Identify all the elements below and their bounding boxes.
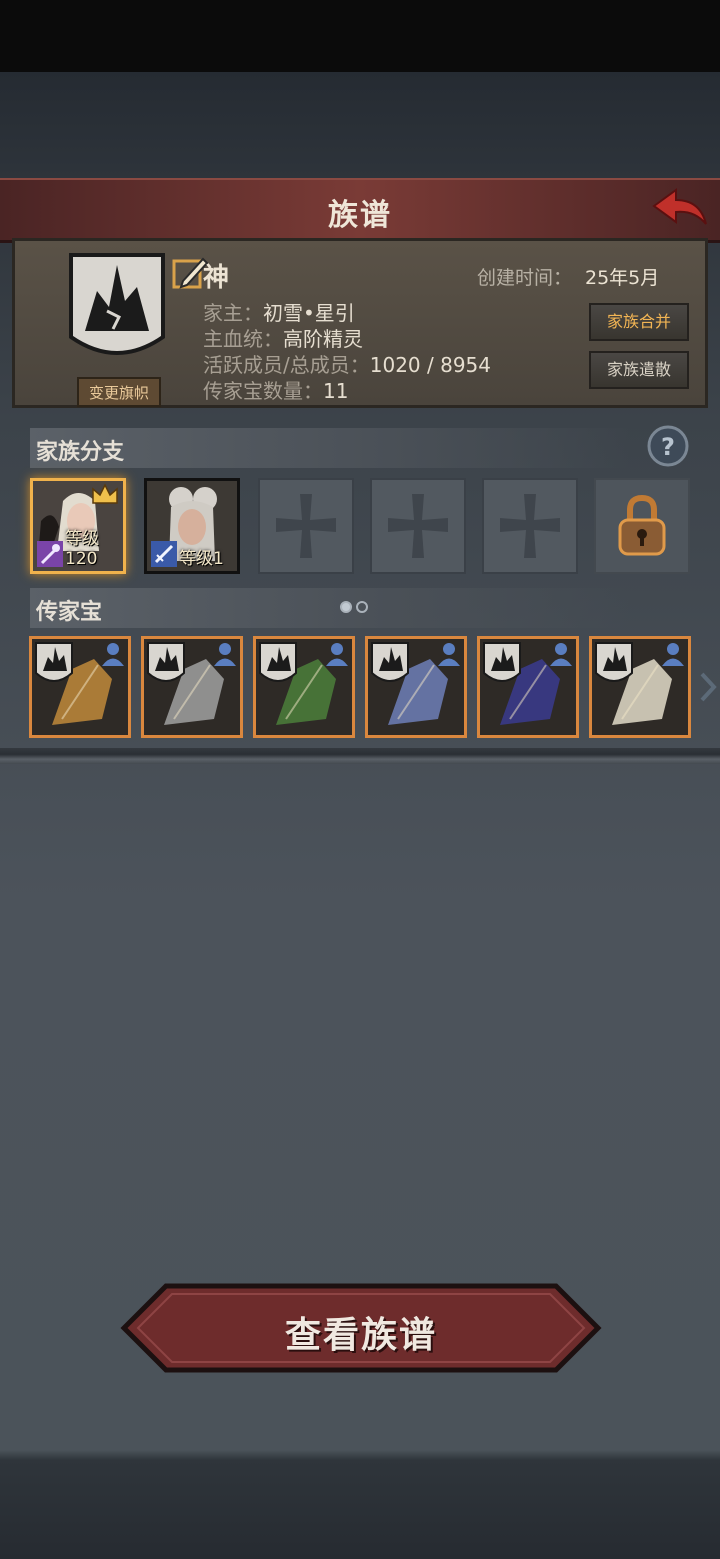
family-tree-screen: 族谱 变更旗帜 神 创建时间： 25年5月 家主：初雪•星引 主血统：高阶精灵 … xyxy=(0,0,720,1559)
family-shield-icon xyxy=(595,642,633,682)
heirlooms-header: 传家宝 xyxy=(30,588,630,628)
branches-header: 家族分支 xyxy=(30,428,630,468)
staff-icon xyxy=(37,541,63,567)
section-divider xyxy=(0,748,720,764)
help-icon[interactable]: ? xyxy=(646,424,690,468)
svg-text:?: ? xyxy=(661,433,675,461)
heirloom-item-green-leaf-armor[interactable] xyxy=(253,636,355,738)
family-shield-icon xyxy=(147,642,185,682)
cross-icon xyxy=(276,494,336,558)
heirloom-count-label: 传家宝数量： xyxy=(203,379,323,403)
pager-dot-active xyxy=(340,601,352,613)
view-family-tree-button[interactable]: 查看族谱 xyxy=(120,1282,602,1374)
members-label: 活跃成员/总成员： xyxy=(203,353,370,377)
page-title: 族谱 xyxy=(328,198,392,233)
created-value: 25年5月 xyxy=(585,267,660,289)
person-icon xyxy=(662,643,684,666)
empty-branch-slot[interactable] xyxy=(258,478,354,574)
family-shield-icon xyxy=(259,642,297,682)
heirloom-count-value: 11 xyxy=(323,379,349,403)
crown-icon xyxy=(92,483,118,504)
disband-family-button[interactable]: 家族遣散 xyxy=(589,351,689,389)
title-bar: 族谱 xyxy=(0,178,720,243)
view-family-tree-label: 查看族谱 xyxy=(284,1315,437,1356)
person-icon xyxy=(438,643,460,666)
pager-dot xyxy=(356,601,368,613)
family-name: 神 xyxy=(203,263,230,293)
branches-title: 家族分支 xyxy=(36,440,125,465)
person-icon xyxy=(326,643,348,666)
next-page-arrow-icon[interactable] xyxy=(698,670,718,704)
cross-icon xyxy=(500,494,560,558)
leader-row: 家主：初雪•星引 xyxy=(203,297,355,326)
leader-value: 初雪•星引 xyxy=(263,301,355,325)
back-arrow-icon[interactable] xyxy=(648,184,712,234)
family-banner-icon[interactable] xyxy=(67,251,167,371)
bloodline-value: 高阶精灵 xyxy=(283,327,363,351)
person-icon xyxy=(102,643,124,666)
change-banner-button[interactable]: 变更旗帜 xyxy=(77,377,161,407)
hero-level: 等级1 xyxy=(179,549,224,569)
locked-branch-slot[interactable] xyxy=(594,478,690,574)
heirloom-pager xyxy=(340,598,372,617)
heirloom-item-bone-blade[interactable] xyxy=(589,636,691,738)
heirloom-count-row: 传家宝数量：11 xyxy=(203,375,348,404)
heirloom-item-ornate-shield[interactable] xyxy=(365,636,467,738)
created-label: 创建时间： xyxy=(477,267,573,289)
leader-label: 家主： xyxy=(203,301,263,325)
branch-hero-slot[interactable]: 等级1 xyxy=(144,478,240,574)
family-info-panel: 变更旗帜 神 创建时间： 25年5月 家主：初雪•星引 主血统：高阶精灵 活跃成… xyxy=(12,238,708,408)
heirloom-item-silver-crossblade[interactable] xyxy=(141,636,243,738)
cross-icon xyxy=(388,494,448,558)
branch-hero-slot[interactable]: 等级120 xyxy=(30,478,126,574)
hero-level: 等级120 xyxy=(65,529,99,569)
members-value: 1020 / 8954 xyxy=(369,353,491,377)
bloodline-row: 主血统：高阶精灵 xyxy=(203,323,363,352)
empty-branch-slot[interactable] xyxy=(482,478,578,574)
empty-branch-slot[interactable] xyxy=(370,478,466,574)
heirlooms-title: 传家宝 xyxy=(36,600,103,625)
heirloom-item-violet-armor[interactable] xyxy=(477,636,579,738)
person-icon xyxy=(550,643,572,666)
merge-family-button[interactable]: 家族合并 xyxy=(589,303,689,341)
bloodline-label: 主血统： xyxy=(203,327,283,351)
family-shield-icon xyxy=(371,642,409,682)
family-shield-icon xyxy=(35,642,73,682)
family-shield-icon xyxy=(483,642,521,682)
heirloom-item-golden-staff[interactable] xyxy=(29,636,131,738)
lock-icon xyxy=(618,494,666,556)
members-row: 活跃成员/总成员：1020 / 8954 xyxy=(203,349,491,378)
person-icon xyxy=(214,643,236,666)
sword-icon xyxy=(151,541,177,567)
